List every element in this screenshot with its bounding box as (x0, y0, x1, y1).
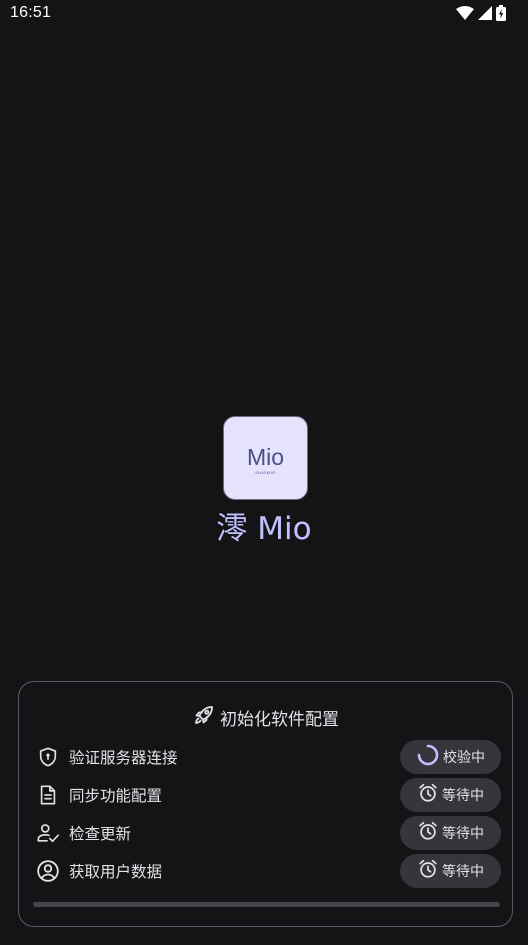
logo-subtext: SHUIMIO (255, 469, 276, 475)
status-chip: 校验中 (400, 740, 501, 774)
task-label: 获取用户数据 (69, 863, 163, 881)
task-row-sync: 同步功能配置 等待中 (35, 778, 501, 812)
task-row-server: 验证服务器连接 校验中 (35, 740, 501, 774)
status-text: 等待中 (442, 864, 484, 880)
wifi-icon (456, 6, 474, 20)
status-text: 等待中 (442, 826, 484, 842)
app-logo: Mio SHUIMIO (223, 416, 308, 500)
status-time: 16:51 (10, 4, 52, 21)
status-bar: 16:51 (0, 0, 528, 26)
person-check-icon (35, 820, 61, 846)
task-label: 同步功能配置 (69, 787, 163, 805)
account-circle-icon (35, 858, 61, 884)
alarm-clock-icon (417, 820, 439, 846)
status-text: 等待中 (442, 788, 484, 804)
status-icons (456, 5, 506, 21)
task-row-update: 检查更新 等待中 (35, 816, 501, 850)
status-text: 校验中 (443, 750, 485, 766)
shield-icon (35, 744, 61, 770)
alarm-clock-icon (417, 782, 439, 808)
task-label: 验证服务器连接 (69, 749, 178, 767)
spinner-icon (416, 743, 440, 771)
alarm-clock-icon (417, 858, 439, 884)
init-card: 初始化软件配置 验证服务器连接 校验中 同步功能配置 等待中 检查更新 等待中 … (18, 681, 513, 927)
status-chip: 等待中 (400, 816, 501, 850)
battery-icon (496, 5, 506, 21)
logo-text: Mio (246, 443, 285, 470)
task-label: 检查更新 (69, 825, 132, 843)
app-title: 澪 Mio (216, 511, 312, 547)
card-title: 初始化软件配置 (220, 709, 339, 730)
progress-bar (33, 902, 500, 907)
rocket-icon (192, 703, 216, 731)
task-row-userdata: 获取用户数据 等待中 (35, 854, 501, 888)
splash-screen: 16:51 Mio SHUIMIO 澪 Mio 初始化软件配置 验证服务器连接 … (0, 0, 528, 945)
status-chip: 等待中 (400, 778, 501, 812)
card-header: 初始化软件配置 (19, 704, 512, 730)
document-icon (35, 782, 61, 808)
cellular-signal-icon (478, 6, 492, 20)
status-chip: 等待中 (400, 854, 501, 888)
